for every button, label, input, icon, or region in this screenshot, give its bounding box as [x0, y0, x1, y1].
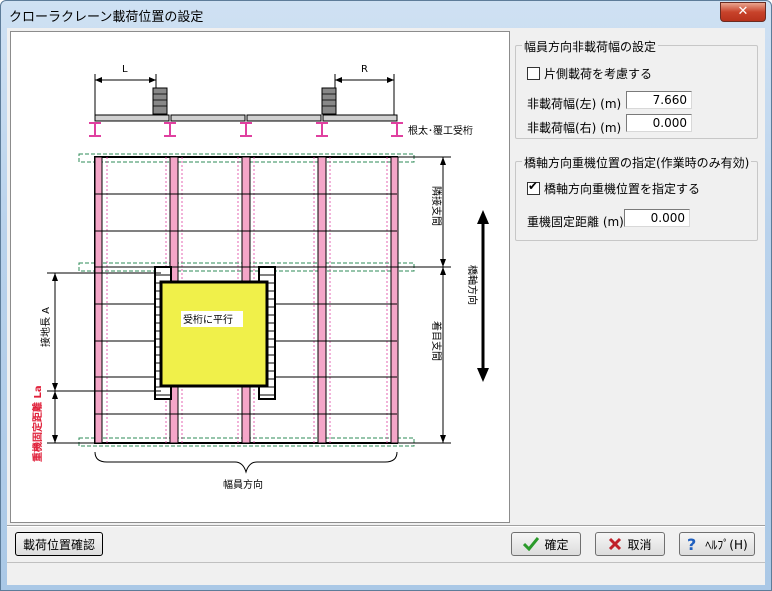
label-girders: 根太･覆工受桁	[408, 124, 473, 137]
ok-button[interactable]: 確定	[511, 532, 581, 556]
cross-icon	[609, 537, 622, 551]
window-title: クローラクレーン載荷位置の設定	[9, 10, 204, 25]
check-position-button[interactable]: 載荷位置確認	[15, 532, 103, 556]
close-icon: ✕	[737, 4, 749, 19]
one-side-checkbox[interactable]	[527, 67, 540, 80]
width-group-title: 幅員方向非載荷幅の設定	[522, 38, 659, 55]
cancel-label: 取消	[627, 537, 652, 552]
right-width-label: 非載荷幅(右) (m)	[527, 121, 622, 135]
axis-group-title: 橋軸方向重機位置の指定(作業時のみ有効)	[522, 154, 752, 171]
label-width-direction: 幅員方向	[223, 478, 263, 491]
label-inner-span: 受桁に平行	[183, 313, 233, 326]
diagram-canvas: L R 根太･覆工受桁 受桁に平行 隣接支間 着目支間 橋軸方向 接地長 A 重…	[10, 31, 510, 523]
specify-position-checkbox[interactable]: ✔	[527, 179, 540, 195]
label-span-lower: 着目支間	[430, 321, 443, 361]
width-nonload-group: 幅員方向非載荷幅の設定 片側載荷を考慮する 非載荷幅(左) (m) 7.660 …	[515, 38, 758, 139]
cancel-button[interactable]: 取消	[595, 532, 665, 556]
separator	[7, 525, 765, 527]
label-span-upper: 隣接支間	[430, 186, 443, 226]
fixed-distance-label: 重機固定距離 (m)	[527, 215, 624, 229]
client-area: L R 根太･覆工受桁 受桁に平行 隣接支間 着目支間 橋軸方向 接地長 A 重…	[7, 28, 765, 584]
one-side-label: 片側載荷を考慮する	[544, 67, 653, 81]
checkmark-icon: ✔	[528, 179, 539, 193]
dialog-window: クローラクレーン載荷位置の設定 ✕ L R 根太･覆工受桁 受桁に平行 隣接支間…	[0, 0, 772, 591]
right-width-field[interactable]: 0.000	[626, 114, 692, 132]
label-bridge-axis: 橋軸方向	[466, 265, 479, 305]
label-L: L	[122, 64, 128, 75]
fixed-distance-field[interactable]: 0.000	[624, 209, 690, 227]
label-contact-length: 接地長 A	[39, 307, 52, 347]
crane-load-diagram: L R 根太･覆工受桁 受桁に平行 隣接支間 着目支間 橋軸方向 接地長 A 重…	[31, 64, 489, 491]
help-button[interactable]: ? ﾍﾙﾌﾟ(H)	[679, 532, 755, 556]
help-icon: ?	[687, 536, 696, 552]
help-label: ﾍﾙﾌﾟ(H)	[705, 537, 748, 552]
title-bar: クローラクレーン載荷位置の設定 ✕	[1, 1, 771, 27]
left-width-field[interactable]: 7.660	[626, 91, 692, 109]
check-position-label: 載荷位置確認	[22, 537, 95, 552]
label-R: R	[361, 64, 368, 75]
axis-position-group: 橋軸方向重機位置の指定(作業時のみ有効) ✔ 橋軸方向重機位置を指定する 重機固…	[515, 154, 758, 241]
close-button[interactable]: ✕	[720, 2, 766, 22]
checkmark-icon	[523, 537, 540, 551]
ok-label: 確定	[544, 537, 569, 552]
left-width-label: 非載荷幅(左) (m)	[527, 97, 622, 111]
label-fixed-distance: 重機固定距離 La	[31, 385, 44, 462]
status-bar	[7, 562, 765, 585]
specify-position-label: 橋軸方向重機位置を指定する	[544, 182, 701, 196]
svg-text:?: ?	[687, 536, 696, 552]
